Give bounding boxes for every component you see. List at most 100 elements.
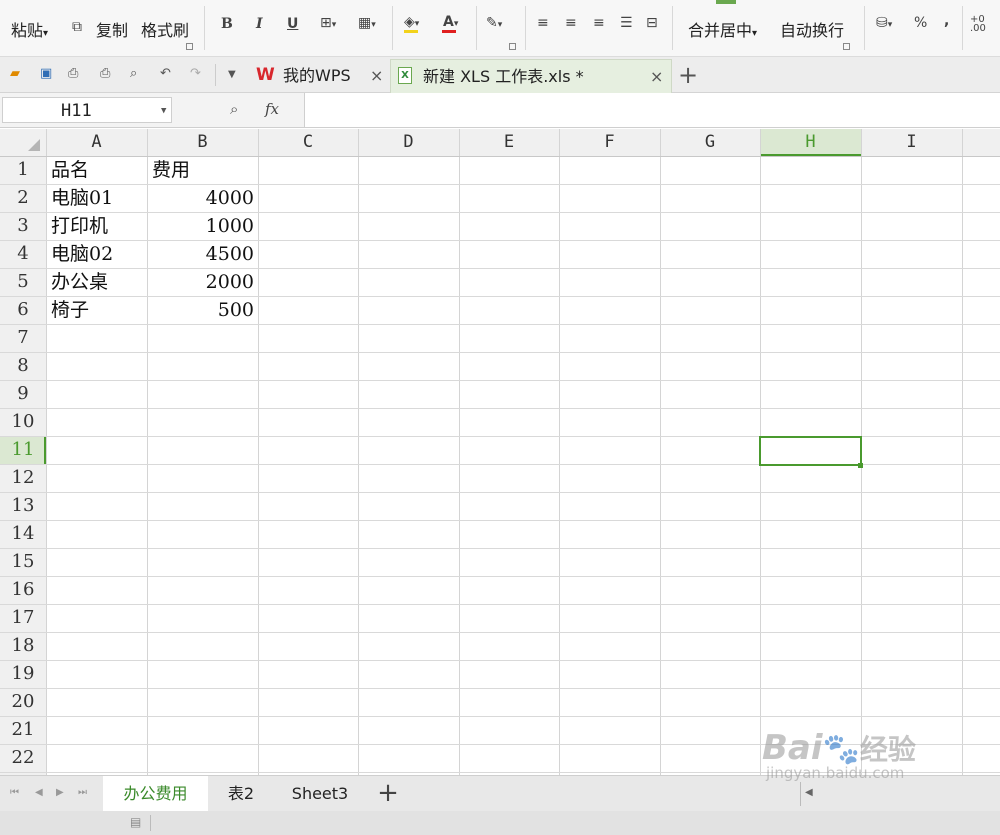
cell-b5[interactable]: 2000	[147, 268, 258, 296]
row-header-14[interactable]: 14	[0, 520, 46, 548]
borders-icon[interactable]: ⊞▾	[320, 15, 336, 31]
page-view-icon[interactable]: ▤	[130, 815, 141, 829]
next-sheet-icon[interactable]: ▶	[56, 787, 64, 798]
column-header-i[interactable]: I	[861, 129, 962, 156]
tab-xls-document[interactable]: X 新建 XLS 工作表.xls * ×	[390, 59, 672, 93]
row-header-22[interactable]: 22	[0, 744, 46, 772]
formula-input[interactable]	[304, 93, 1000, 127]
name-box[interactable]: H11 ▼	[2, 97, 172, 123]
column-header-g[interactable]: G	[660, 129, 760, 156]
row-header-15[interactable]: 15	[0, 548, 46, 576]
cell-b4[interactable]: 4500	[147, 240, 258, 268]
print-icon[interactable]: ⎙	[100, 66, 110, 81]
row-header-9[interactable]: 9	[0, 380, 46, 408]
row-header-5[interactable]: 5	[0, 268, 46, 296]
cell-b2[interactable]: 4000	[147, 184, 258, 212]
underline-button[interactable]: U	[287, 16, 298, 32]
row-header-4[interactable]: 4	[0, 240, 46, 268]
add-sheet-button[interactable]: +	[370, 776, 406, 811]
row-header-18[interactable]: 18	[0, 632, 46, 660]
export-pdf-icon[interactable]: ⎙	[68, 66, 78, 81]
column-header-h[interactable]: H	[760, 129, 861, 156]
last-sheet-icon[interactable]: ⏭	[78, 787, 87, 798]
row-header-3[interactable]: 3	[0, 212, 46, 240]
row-header-17[interactable]: 17	[0, 604, 46, 632]
row-header-21[interactable]: 21	[0, 716, 46, 744]
chevron-down-icon[interactable]: ▼	[161, 98, 166, 124]
cell-a5[interactable]: 办公桌	[51, 268, 147, 296]
merge-center-button[interactable]: 合并居中▾	[688, 17, 757, 41]
row-header-8[interactable]: 8	[0, 352, 46, 380]
tab-my-wps[interactable]: W 我的WPS ×	[252, 59, 388, 92]
column-header-c[interactable]: C	[258, 129, 358, 156]
cell-b6[interactable]: 500	[147, 296, 258, 324]
selected-cell-outline[interactable]	[759, 436, 862, 466]
row-header-11[interactable]: 11	[0, 436, 46, 464]
copy-icon[interactable]: ⧉	[72, 19, 82, 35]
prev-sheet-icon[interactable]: ◀	[35, 787, 43, 798]
clipboard-launcher-icon[interactable]	[186, 43, 193, 50]
cell-style-icon[interactable]: ▦▾	[358, 15, 376, 31]
alignment-launcher-icon[interactable]	[843, 43, 850, 50]
row-header-19[interactable]: 19	[0, 660, 46, 688]
cell-a6[interactable]: 椅子	[51, 296, 147, 324]
row-header-16[interactable]: 16	[0, 576, 46, 604]
comma-button[interactable]: ,	[944, 13, 949, 29]
first-sheet-icon[interactable]: ⏮	[10, 787, 19, 798]
font-color-button[interactable]: A▾	[443, 14, 458, 30]
zoom-search-icon[interactable]: ⌕	[230, 100, 238, 118]
redo-icon[interactable]: ↷	[190, 66, 201, 81]
customize-toolbar-icon[interactable]: ▼	[228, 69, 236, 80]
number-format-icon[interactable]: ⛁▾	[876, 15, 892, 31]
align-center-icon[interactable]: ≡	[565, 15, 577, 31]
new-tab-button[interactable]: +	[678, 59, 698, 92]
undo-icon[interactable]: ↶	[160, 66, 171, 81]
sheet-tab-table2[interactable]: 表2	[214, 776, 268, 811]
row-header-10[interactable]: 10	[0, 408, 46, 436]
format-painter-button[interactable]: 格式刷	[141, 17, 189, 41]
close-icon[interactable]: ×	[370, 59, 383, 92]
column-header-e[interactable]: E	[459, 129, 559, 156]
cell-a1[interactable]: 品名	[51, 156, 147, 184]
fill-handle[interactable]	[858, 463, 863, 468]
paste-button[interactable]: 粘贴▾	[11, 17, 48, 41]
wrap-text-button[interactable]: 自动换行	[780, 17, 844, 41]
fill-color-icon[interactable]: ◈▾	[404, 14, 419, 30]
row-header-7[interactable]: 7	[0, 324, 46, 352]
column-header-b[interactable]: B	[147, 129, 258, 156]
row-header-2[interactable]: 2	[0, 184, 46, 212]
sheet-tab-sheet3[interactable]: Sheet3	[280, 776, 360, 811]
row-header-13[interactable]: 13	[0, 492, 46, 520]
align-right-icon[interactable]: ≡	[593, 15, 605, 31]
row-header-1[interactable]: 1	[0, 156, 46, 184]
italic-button[interactable]: I	[256, 16, 263, 32]
justify-icon[interactable]: ☰	[620, 15, 633, 31]
cell-a2[interactable]: 电脑01	[51, 184, 147, 212]
row-header-12[interactable]: 12	[0, 464, 46, 492]
print-preview-icon[interactable]: ⌕	[130, 66, 137, 81]
font-launcher-icon[interactable]	[509, 43, 516, 50]
distribute-icon[interactable]: ⊟	[646, 15, 658, 31]
fx-icon[interactable]: fx	[265, 100, 279, 118]
save-icon[interactable]: ▣	[40, 66, 52, 81]
cell-b1[interactable]: 费用	[152, 156, 258, 184]
bold-button[interactable]: B	[221, 16, 233, 32]
cell-a4[interactable]: 电脑02	[51, 240, 147, 268]
percent-button[interactable]: %	[914, 15, 927, 31]
row-header-20[interactable]: 20	[0, 688, 46, 716]
close-icon[interactable]: ×	[650, 60, 663, 93]
increase-decimal-icon[interactable]: +0.00	[970, 15, 986, 34]
cell-b3[interactable]: 1000	[147, 212, 258, 240]
column-header-a[interactable]: A	[46, 129, 147, 156]
cell-a3[interactable]: 打印机	[51, 212, 147, 240]
horizontal-scroll-left[interactable]: ◀	[800, 782, 818, 806]
copy-button[interactable]: 复制	[96, 17, 128, 41]
align-left-icon[interactable]: ≡	[537, 15, 549, 31]
open-folder-icon[interactable]: ▰	[10, 66, 20, 81]
row-header-6[interactable]: 6	[0, 296, 46, 324]
clear-format-icon[interactable]: ✎▾	[486, 15, 502, 31]
column-header-d[interactable]: D	[358, 129, 459, 156]
spreadsheet-grid[interactable]: ABCDEFGHI 1 2 3 4 5 6 7 8 9 10 11 12 13 14 15 16 17 18 19 2…	[0, 129, 1000, 775]
column-header-f[interactable]: F	[559, 129, 660, 156]
sheet-tab-office-expenses[interactable]: 办公费用	[103, 776, 208, 813]
